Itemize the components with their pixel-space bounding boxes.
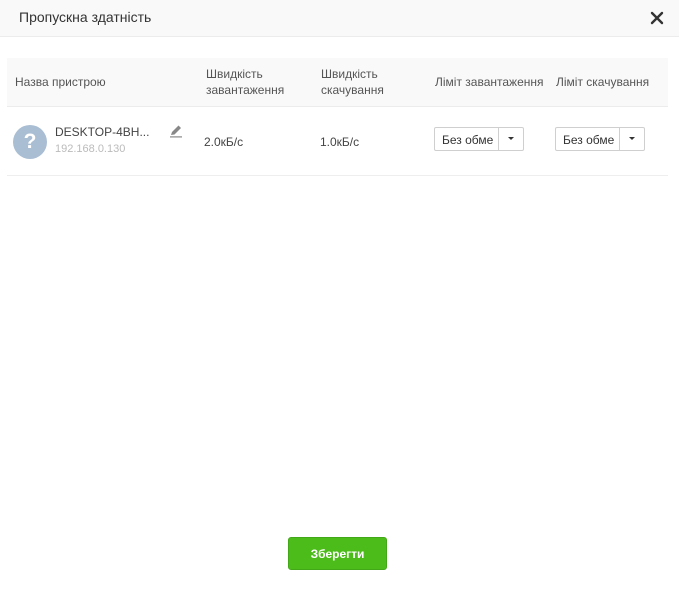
device-name: DESKTOP-4BH... [55, 125, 150, 139]
download-speed-value: 1.0кБ/с [320, 135, 360, 149]
save-button[interactable]: Зберегти [288, 537, 387, 570]
dialog-title: Пропускна здатність [19, 9, 152, 25]
column-header-download-limit: Ліміт скачування [556, 75, 650, 89]
column-header-upload-speed: Швидкість завантаження [206, 66, 284, 98]
question-mark-icon: ? [13, 125, 47, 159]
dialog-header: Пропускна здатність [0, 0, 679, 37]
pencil-icon[interactable] [169, 124, 183, 138]
caret-down-icon[interactable] [498, 128, 523, 150]
close-icon[interactable] [648, 8, 666, 28]
column-header-upload-speed-line2: завантаження [206, 83, 285, 97]
upload-speed-value: 2.0кБ/с [204, 135, 244, 149]
column-header-download-speed-line2: скачування [321, 83, 384, 97]
table-row: ? DESKTOP-4BH... 192.168.0.130 2.0кБ/с 1… [7, 107, 668, 176]
table-header: Назва пристрою Швидкість завантаження Шв… [7, 58, 668, 107]
column-header-device-name: Назва пристрою [15, 75, 106, 89]
upload-limit-select[interactable]: Без обме [434, 127, 524, 151]
caret-down-icon[interactable] [619, 128, 644, 150]
upload-limit-value: Без обме [442, 133, 494, 147]
download-limit-select[interactable]: Без обме [555, 127, 645, 151]
column-header-download-speed: Швидкість скачування [321, 66, 384, 98]
column-header-download-speed-line1: Швидкість [321, 67, 378, 81]
column-header-upload-speed-line1: Швидкість [206, 67, 263, 81]
device-ip: 192.168.0.130 [55, 143, 126, 155]
download-limit-value: Без обме [563, 133, 615, 147]
column-header-upload-limit: Ліміт завантаження [435, 75, 544, 89]
bandwidth-table: Назва пристрою Швидкість завантаження Шв… [7, 58, 668, 176]
